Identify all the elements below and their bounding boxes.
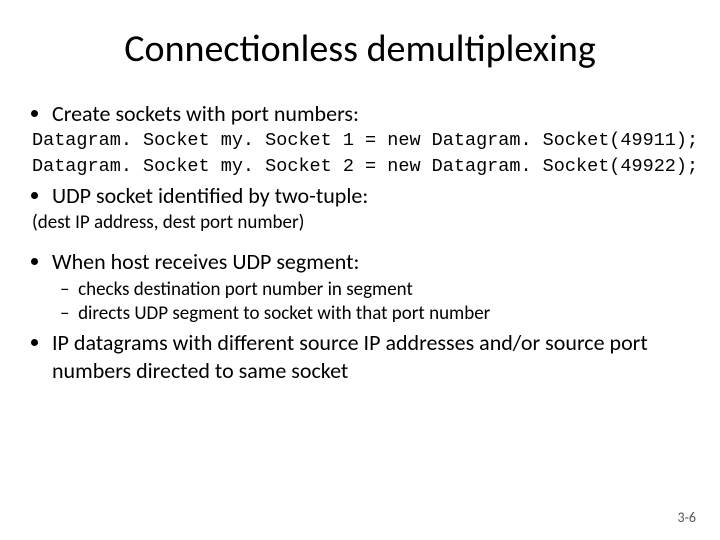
- bullet-same-socket: IP datagrams with different source IP ad…: [52, 329, 690, 384]
- bullet-list: Create sockets with port numbers:: [52, 100, 690, 128]
- bullet-create-sockets: Create sockets with port numbers:: [52, 100, 690, 128]
- sublist: checks destination port number in segmen…: [60, 278, 690, 326]
- bullet-receive-segment: When host receives UDP segment:: [52, 248, 690, 276]
- sub-check-port: checks destination port number in segmen…: [60, 278, 690, 302]
- sub-direct-socket: directs UDP segment to socket with that …: [60, 302, 690, 326]
- page-number: 3-6: [678, 509, 696, 526]
- slide: Connectionless demultiplexing Create soc…: [0, 0, 720, 540]
- bullet-list-2: UDP socket identified by two-tuple:: [52, 182, 690, 210]
- bullet-list-4: IP datagrams with different source IP ad…: [52, 329, 690, 384]
- slide-title: Connectionless demultiplexing: [30, 26, 690, 72]
- tuple-note: (dest IP address, dest port number): [32, 211, 690, 234]
- code-line-2: Datagram. Socket my. Socket 2 = new Data…: [32, 156, 690, 178]
- code-line-1: Datagram. Socket my. Socket 1 = new Data…: [32, 130, 690, 152]
- bullet-udp-tuple: UDP socket identified by two-tuple:: [52, 182, 690, 210]
- bullet-list-3: When host receives UDP segment:: [52, 248, 690, 276]
